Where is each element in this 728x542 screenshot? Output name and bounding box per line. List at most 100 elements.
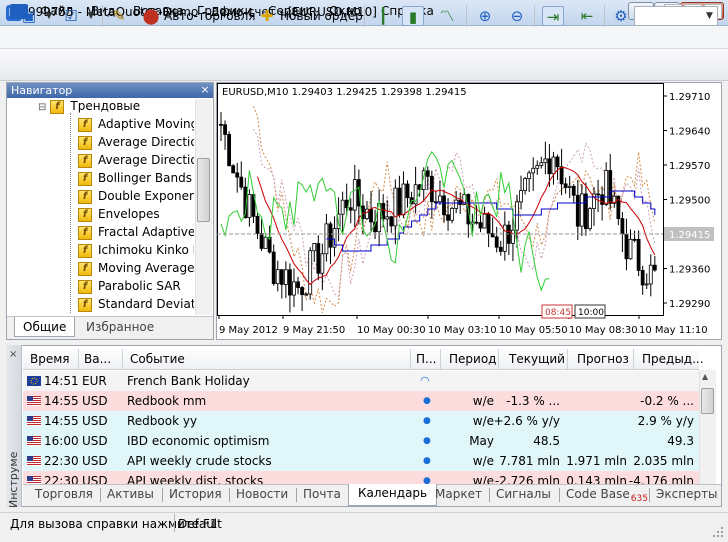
nav-item[interactable]: f Standard Deviatio — [78, 295, 194, 313]
candle-body — [644, 283, 649, 286]
nav-item[interactable]: f Envelopes — [78, 205, 194, 223]
profiles-icon[interactable]: ☑ — [60, 6, 82, 26]
col-time[interactable]: Время — [30, 352, 70, 366]
navigator-tab-favorites[interactable]: Избранное — [78, 317, 162, 337]
candle-body — [604, 170, 609, 205]
time-marker-label: 10:00 — [578, 308, 604, 318]
toolbar-separator — [364, 5, 365, 27]
tab-label: Активы — [107, 487, 154, 501]
tab-assets[interactable]: Активы — [107, 487, 154, 501]
candle-body — [316, 243, 321, 274]
nav-item[interactable]: f Adaptive Moving — [78, 115, 194, 133]
scroll-up-icon[interactable]: ▲ — [702, 372, 708, 381]
candlestick-chart-icon[interactable]: ▮ — [402, 6, 424, 26]
autoscroll-icon[interactable]: ⇥ — [542, 6, 564, 26]
tab-codebase[interactable]: Code Base635 — [566, 487, 648, 504]
candle-body — [450, 207, 455, 221]
importance-icon: ● — [423, 436, 431, 446]
tab-label: Code Base — [566, 487, 630, 501]
new-chart-icon[interactable]: ▣ — [18, 6, 40, 26]
tab-history[interactable]: История — [169, 487, 222, 501]
chevron-down-icon[interactable]: ▼ — [702, 7, 717, 25]
nav-item[interactable]: f Ichimoku Kinko H — [78, 241, 194, 259]
nav-item[interactable]: f Average Direction — [78, 151, 194, 169]
candle-body — [304, 293, 309, 296]
tab-calendar[interactable]: Календарь — [348, 484, 438, 506]
nav-item[interactable]: f Parabolic SAR — [78, 277, 194, 295]
candle-body — [425, 170, 430, 177]
function-icon: f — [78, 189, 92, 204]
price-tick-label: 1.29360 — [669, 265, 710, 276]
col-separator — [567, 349, 568, 369]
tab-label: Маркет — [435, 487, 482, 501]
tab-separator — [489, 488, 490, 502]
bar-chart-icon[interactable]: ┃ — [372, 6, 394, 26]
calendar-row[interactable]: 22:30 USD API weekly crude stocks ● w/e 7.781… — [23, 451, 699, 471]
close-icon[interactable]: × — [199, 84, 211, 96]
candle-body — [397, 187, 402, 216]
line-chart-icon[interactable]: 〽 — [436, 6, 458, 26]
nav-item[interactable]: f Double Exponenti — [78, 187, 194, 205]
nav-item-label: Bollinger Bands — [98, 171, 192, 185]
col-period[interactable]: Период — [449, 352, 496, 366]
candle-body — [551, 156, 556, 175]
chevron-down-icon[interactable]: ▼ — [80, 6, 102, 26]
time-tick-label: 10 May 03:10 — [428, 325, 497, 336]
navigator-tab-general[interactable]: Общие — [14, 317, 76, 337]
tab-separator — [229, 488, 230, 502]
nav-item[interactable]: f Fractal Adaptive M — [78, 223, 194, 241]
col-priority[interactable]: П... — [416, 352, 436, 366]
candle-body — [393, 187, 398, 227]
nav-item[interactable]: f Bollinger Bands — [78, 169, 194, 187]
tab-trade[interactable]: Торговля — [35, 487, 93, 501]
zoom-in-icon[interactable]: ⊕ — [474, 6, 496, 26]
nav-item-label: Ichimoku Kinko H — [98, 243, 194, 257]
autotrading-button[interactable]: Авто-торговля — [164, 9, 256, 23]
tab-experts[interactable]: Эксперты — [656, 487, 718, 501]
close-icon[interactable]: × — [9, 349, 17, 360]
col-current[interactable]: Текущий — [509, 352, 565, 366]
importance-icon: ● — [423, 396, 431, 406]
nav-item[interactable]: f Average Direction — [78, 133, 194, 151]
new-order-icon[interactable]: ✚ — [256, 6, 278, 26]
tab-market[interactable]: Маркет — [435, 487, 482, 501]
candle-body — [348, 207, 353, 211]
chevron-down-icon[interactable]: ▼ — [38, 6, 60, 26]
navigator-scroll-thumb[interactable] — [197, 158, 210, 222]
cell-event: IBD economic optimism — [127, 434, 270, 448]
calendar-row[interactable]: 16:00 USD IBD economic optimism ● May 48.5 49.… — [23, 431, 699, 451]
col-forecast[interactable]: Прогноз — [577, 352, 629, 366]
candle-body — [312, 243, 317, 252]
cell-period: w/e — [472, 394, 494, 408]
tab-signals[interactable]: Сигналы — [496, 487, 551, 501]
col-previous[interactable]: Предыд... — [642, 352, 704, 366]
tab-mailbox[interactable]: Почта — [303, 487, 341, 501]
gear-icon[interactable]: ⚙ — [610, 6, 632, 26]
candle-body — [292, 281, 296, 296]
tab-news[interactable]: Новости — [236, 487, 288, 501]
chart-shift-icon[interactable]: ⇤ — [576, 6, 598, 26]
metaeditor-icon[interactable]: ✎ — [108, 6, 130, 26]
col-event[interactable]: Событие — [130, 352, 185, 366]
calendar-row[interactable]: 14:55 USD Redbook yy ● w/e +2.6 % y/y 2.9 % y/… — [23, 411, 699, 431]
candle-body — [628, 238, 633, 260]
col-currency[interactable]: Ва... — [84, 352, 111, 366]
cell-previous: -0.2 % ... — [640, 394, 694, 408]
calendar-scroll-thumb[interactable] — [701, 388, 714, 414]
zoom-out-icon[interactable]: ⊖ — [506, 6, 528, 26]
autotrading-icon[interactable]: ⬤ — [140, 6, 162, 26]
candle-body — [340, 199, 345, 215]
nav-item[interactable]: f Moving Average — [78, 259, 194, 277]
col-separator — [410, 349, 411, 369]
calendar-row[interactable]: 14:55 USD Redbook mm ● w/e -1.3 % ... -0.2 % .… — [23, 391, 699, 411]
us-flag-icon — [27, 456, 41, 466]
resize-grip-icon[interactable] — [712, 526, 724, 538]
cell-time: 14:51 — [44, 374, 79, 388]
cell-event: API weekly crude stocks — [127, 454, 272, 468]
price-chart[interactable]: EURUSD,M10 1.29403 1.29425 1.29398 1.294… — [217, 83, 721, 339]
tree-collapse-icon[interactable]: ⊟ — [38, 102, 46, 113]
candle-body — [227, 133, 232, 167]
new-order-button[interactable]: Новый ордер — [280, 9, 363, 23]
calendar-row[interactable]: 14:51 EUR French Bank Holiday ◠ — [23, 371, 699, 391]
candle-body — [563, 183, 568, 188]
